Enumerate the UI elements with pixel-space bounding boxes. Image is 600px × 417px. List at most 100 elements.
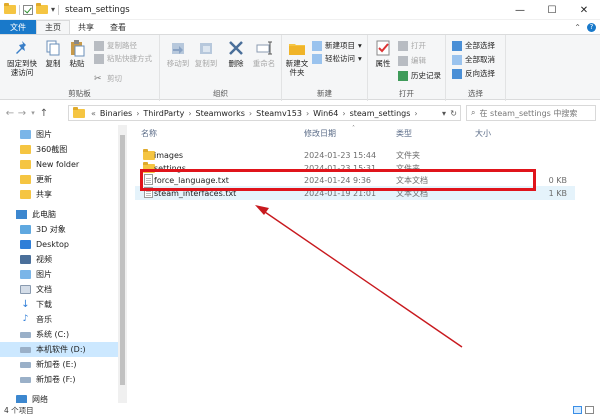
edit-button[interactable]: 编辑 xyxy=(398,55,426,66)
breadcrumb-separator-icon[interactable]: › xyxy=(342,109,345,118)
address-bar[interactable]: « Binaries › ThirdParty › Steamworks › S… xyxy=(68,105,461,121)
nav-item-pictures[interactable]: 图片 xyxy=(0,267,118,282)
nav-item-network[interactable]: 网络 xyxy=(0,392,118,403)
tab-file[interactable]: 文件 xyxy=(0,20,36,34)
pin-quick-access-button[interactable]: 固定到快速访问 xyxy=(4,39,40,77)
refresh-icon[interactable]: ↻ xyxy=(450,109,457,118)
select-all-button[interactable]: 全部选择 xyxy=(452,40,495,51)
nav-item-music[interactable]: ♪ 音乐 xyxy=(0,312,118,327)
search-box[interactable]: ⌕ 在 steam_settings 中搜索 xyxy=(466,105,596,121)
recent-locations-icon[interactable]: ▾ xyxy=(28,109,38,117)
breadcrumb-separator-icon[interactable]: › xyxy=(136,109,139,118)
select-group-label: 选择 xyxy=(468,89,483,98)
nav-item-drive-e[interactable]: 新加卷 (E:) xyxy=(0,357,118,372)
network-icon xyxy=(16,395,27,403)
invert-selection-button[interactable]: 反向选择 xyxy=(452,68,495,79)
nav-item-drive-f[interactable]: 新加卷 (F:) xyxy=(0,372,118,387)
breadcrumb-separator-icon[interactable]: › xyxy=(249,109,252,118)
breadcrumb-separator-icon[interactable]: › xyxy=(414,109,417,118)
folder-icon xyxy=(73,106,85,118)
move-to-button[interactable]: 移动到 xyxy=(166,39,190,68)
breadcrumb-thirdparty[interactable]: ThirdParty xyxy=(143,109,184,118)
nav-item-this-pc[interactable]: 此电脑 xyxy=(0,207,118,222)
pin-label: 固定到快速访问 xyxy=(7,59,37,77)
up-arrow-icon[interactable]: ↑ xyxy=(38,108,50,119)
divider xyxy=(58,4,60,15)
delete-button[interactable]: 删除 xyxy=(224,39,248,68)
paste-button[interactable]: 粘贴 xyxy=(66,39,88,68)
new-folder-icon xyxy=(288,39,306,57)
nav-item-3d-objects[interactable]: 3D 对象 xyxy=(0,222,118,237)
new-folder-icon[interactable] xyxy=(36,3,48,14)
nav-item-drive-c[interactable]: 系统 (C:) xyxy=(0,327,118,342)
copy-button[interactable]: 复制 xyxy=(42,39,64,68)
rename-button[interactable]: 重命名 xyxy=(252,39,276,68)
forward-arrow-icon[interactable]: → xyxy=(16,108,28,119)
title-bar: ▾ steam_settings — ☐ ✕ xyxy=(0,0,600,20)
nav-item-shared[interactable]: 共享 xyxy=(0,187,118,202)
easy-access-button[interactable]: 轻松访问 ▾ xyxy=(312,53,362,64)
paste-icon xyxy=(68,39,86,57)
nav-scrollbar[interactable] xyxy=(118,125,127,403)
nav-item-360-screenshots[interactable]: 360截图 xyxy=(0,142,118,157)
breadcrumb-separator-icon[interactable]: › xyxy=(188,109,191,118)
move-to-icon xyxy=(169,39,187,57)
help-icon[interactable]: ? xyxy=(587,22,596,32)
breadcrumb-separator-icon[interactable]: › xyxy=(306,109,309,118)
window-title: steam_settings xyxy=(65,4,130,15)
status-bar: 4 个项目 xyxy=(0,403,600,417)
drive-icon xyxy=(20,376,31,383)
rename-icon xyxy=(255,39,273,57)
properties-check-icon[interactable] xyxy=(23,4,33,15)
documents-icon xyxy=(20,285,31,294)
address-dropdown-icon[interactable]: ▾ xyxy=(442,109,446,118)
paste-shortcut-button[interactable]: 粘贴快捷方式 xyxy=(94,53,152,64)
nav-item-pictures-quick[interactable]: 图片 xyxy=(0,127,118,142)
ribbon-collapse-icon[interactable]: ⌃ xyxy=(574,23,581,32)
breadcrumb-win64[interactable]: Win64 xyxy=(313,109,338,118)
copy-to-button[interactable]: 复制到 xyxy=(194,39,218,68)
tab-share[interactable]: 共享 xyxy=(70,20,102,34)
nav-item-desktop[interactable]: Desktop xyxy=(0,237,118,252)
breadcrumb-binaries[interactable]: Binaries xyxy=(100,109,132,118)
desktop-icon xyxy=(20,240,31,249)
folder-icon xyxy=(4,3,16,14)
nav-item-documents[interactable]: 文档 xyxy=(0,282,118,297)
organize-group-label: 组织 xyxy=(213,89,228,98)
minimize-button[interactable]: — xyxy=(504,0,536,20)
open-group-label: 打开 xyxy=(399,89,414,98)
properties-icon xyxy=(374,39,392,57)
divider xyxy=(19,4,20,15)
select-none-button[interactable]: 全部取消 xyxy=(452,54,495,65)
tab-view[interactable]: 查看 xyxy=(102,20,134,34)
open-button[interactable]: 打开 xyxy=(398,40,426,51)
overflow-chevron-icon[interactable]: « xyxy=(91,109,96,118)
breadcrumb-steam-settings[interactable]: steam_settings xyxy=(350,109,411,118)
nav-item-drive-d[interactable]: 本机软件 (D:) xyxy=(0,342,118,357)
nav-item-downloads[interactable]: ↓ 下载 xyxy=(0,297,118,312)
scissors-icon: ✂ xyxy=(94,73,102,84)
nav-item-videos[interactable]: 视频 xyxy=(0,252,118,267)
copy-path-button[interactable]: 复制路径 xyxy=(94,40,137,51)
nav-item-new-folder[interactable]: New folder xyxy=(0,157,118,172)
large-icons-view-icon[interactable] xyxy=(585,406,594,414)
cut-button[interactable]: ✂ 剪切 xyxy=(94,73,122,84)
music-icon: ♪ xyxy=(22,314,29,324)
qat-dropdown-icon[interactable]: ▾ xyxy=(51,5,55,14)
details-view-icon[interactable] xyxy=(573,406,582,414)
new-folder-button[interactable]: 新建文件夹 xyxy=(284,39,310,77)
breadcrumb-steamworks[interactable]: Steamworks xyxy=(196,109,245,118)
nav-item-updates[interactable]: 更新 xyxy=(0,172,118,187)
back-arrow-icon[interactable]: ← xyxy=(4,108,16,119)
history-button[interactable]: 历史记录 xyxy=(398,70,441,81)
maximize-button[interactable]: ☐ xyxy=(536,0,568,20)
file-list: ˄ 名称 修改日期 类型 大小 images 2024-01-23 15:44 … xyxy=(127,125,600,403)
folder-icon xyxy=(20,190,31,199)
close-button[interactable]: ✕ xyxy=(568,0,600,20)
new-item-button[interactable]: 新建项目 ▾ xyxy=(312,40,362,51)
properties-button[interactable]: 属性 xyxy=(372,39,394,68)
breadcrumb-steamv153[interactable]: Steamv153 xyxy=(256,109,302,118)
nav-scrollbar-thumb[interactable] xyxy=(120,135,125,385)
tab-home[interactable]: 主页 xyxy=(36,20,70,34)
item-count: 4 个项目 xyxy=(4,405,34,415)
